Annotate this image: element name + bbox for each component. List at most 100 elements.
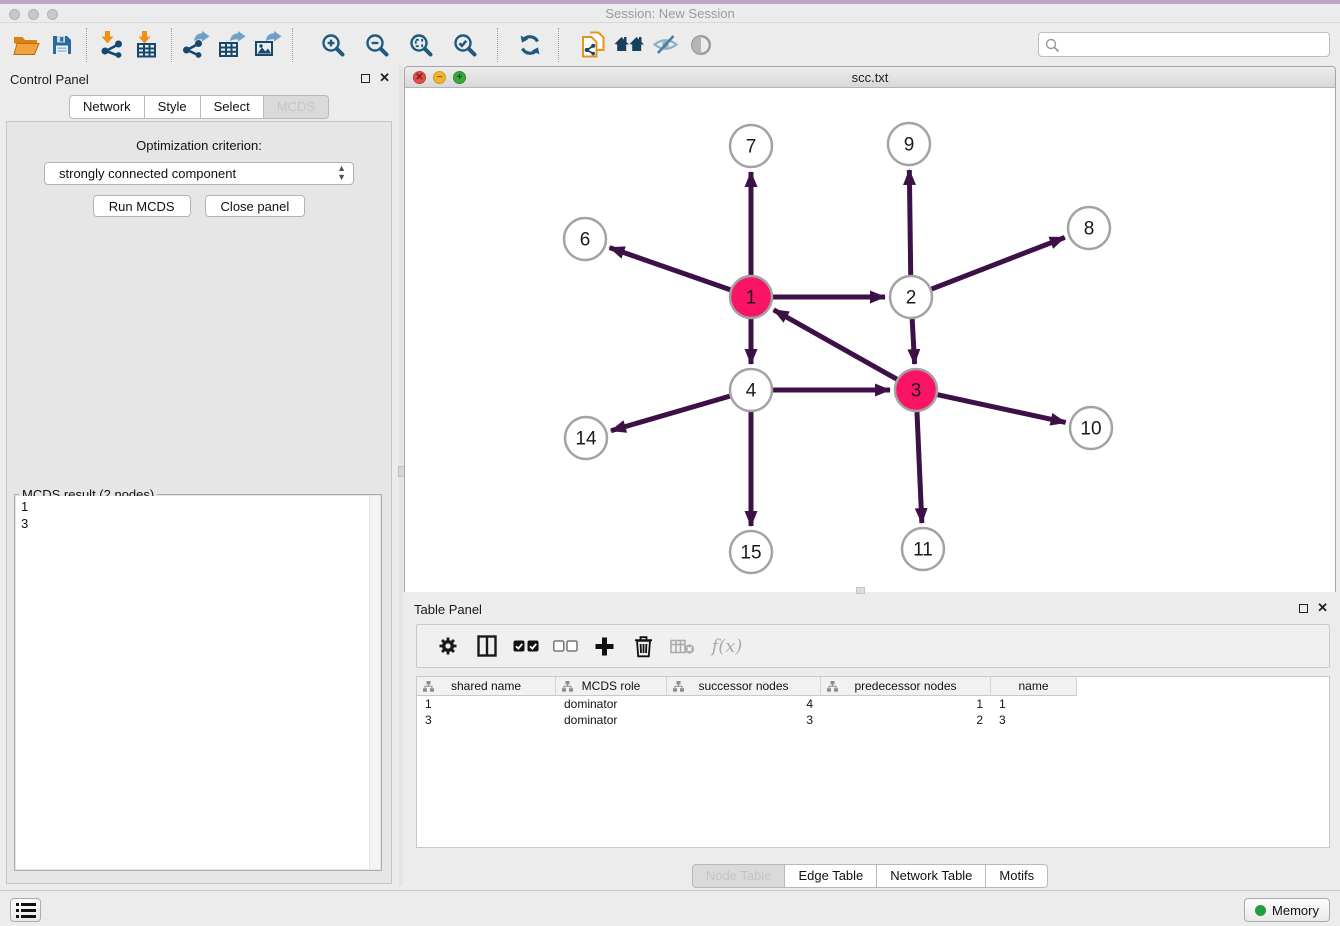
graph-node-label-7: 7: [746, 137, 757, 158]
zoom-out-button[interactable]: [359, 28, 395, 62]
tab-select[interactable]: Select: [201, 95, 264, 119]
criterion-select[interactable]: strongly connected component ▲▼: [44, 162, 354, 185]
node-table: shared nameMCDS rolesuccessor nodesprede…: [416, 676, 1330, 848]
export-table-button[interactable]: [214, 28, 250, 62]
float-panel-icon[interactable]: [361, 74, 370, 83]
criterion-selected-value: strongly connected component: [59, 166, 236, 181]
status-bar: Memory: [0, 890, 1340, 926]
column-header-successor-nodes[interactable]: successor nodes: [667, 677, 821, 696]
import-table-button[interactable]: [129, 28, 165, 62]
create-column-button[interactable]: [589, 631, 619, 661]
fx-icon: f(x): [712, 636, 743, 657]
network-canvas-svg[interactable]: 7968124314101511: [405, 88, 1335, 592]
zoom-fit-button[interactable]: [403, 28, 439, 62]
table-cell[interactable]: 1: [991, 696, 1077, 712]
list-icon: [16, 902, 36, 919]
mcds-result-scrollbar[interactable]: [369, 496, 380, 869]
unselect-all-columns-button[interactable]: [550, 631, 580, 661]
graph-edge-2-3[interactable]: [912, 319, 914, 364]
run-mcds-button[interactable]: Run MCDS: [93, 195, 191, 217]
save-session-button[interactable]: [44, 28, 80, 62]
column-header-predecessor-nodes[interactable]: predecessor nodes: [821, 677, 991, 696]
toolbar-separator: [171, 28, 172, 62]
save-icon: [51, 34, 73, 56]
zoom-in-button[interactable]: [315, 28, 351, 62]
graph-edge-1-6[interactable]: [610, 248, 731, 290]
graph-edge-2-9[interactable]: [909, 170, 910, 275]
network-window-titlebar[interactable]: ✕ − + scc.txt: [405, 67, 1335, 88]
close-panel-button[interactable]: Close panel: [205, 195, 306, 217]
zoom-out-icon: [364, 32, 390, 58]
tab-network[interactable]: Network: [69, 95, 145, 119]
import-network-button[interactable]: [93, 28, 129, 62]
graph-node-label-10: 10: [1080, 419, 1101, 440]
table-cell[interactable]: 1: [821, 696, 991, 712]
column-header-MCDS-role[interactable]: MCDS role: [556, 677, 667, 696]
close-panel-icon[interactable]: ✕: [379, 73, 390, 83]
graph-edge-3-11[interactable]: [917, 412, 922, 523]
tab-network-table[interactable]: Network Table: [877, 864, 986, 888]
table-settings-button[interactable]: [433, 631, 463, 661]
table-cell[interactable]: 3: [417, 712, 556, 728]
table-row[interactable]: 3dominator323: [417, 712, 1329, 728]
control-panel-title: Control Panel: [10, 72, 89, 87]
open-session-button[interactable]: [8, 28, 44, 62]
table-row[interactable]: 1dominator411: [417, 696, 1329, 712]
table-cell[interactable]: 2: [821, 712, 991, 728]
columns-icon: [477, 635, 497, 657]
column-header-name[interactable]: name: [991, 677, 1077, 696]
plus-icon: [594, 636, 615, 657]
titlebar: Session: New Session: [0, 4, 1340, 23]
select-all-columns-button[interactable]: [511, 631, 541, 661]
tab-style[interactable]: Style: [145, 95, 201, 119]
table-cell[interactable]: dominator: [556, 696, 667, 712]
search-box: [1038, 32, 1330, 57]
graph-edge-4-14[interactable]: [611, 396, 730, 431]
search-input[interactable]: [1063, 34, 1323, 55]
network-window-title: scc.txt: [405, 70, 1335, 85]
show-panels-menu-button[interactable]: [10, 898, 41, 922]
graph-node-label-3: 3: [911, 381, 922, 402]
memory-status-icon: [1255, 905, 1266, 916]
memory-button[interactable]: Memory: [1244, 898, 1330, 922]
column-header-shared-name[interactable]: shared name: [417, 677, 556, 696]
tab-mcds[interactable]: MCDS: [264, 95, 329, 119]
table-cell[interactable]: 3: [667, 712, 821, 728]
export-image-button[interactable]: [250, 28, 286, 62]
graph-node-label-9: 9: [904, 135, 915, 156]
home-button[interactable]: [611, 28, 647, 62]
export-network-button[interactable]: [178, 28, 214, 62]
delete-column-button[interactable]: [628, 631, 658, 661]
zoom-selected-button[interactable]: [447, 28, 483, 62]
mcds-result-text: 1 3: [21, 498, 366, 532]
hierarchy-icon: [423, 681, 434, 692]
application-window: Session: New Session: [0, 0, 1340, 926]
export-table-icon: [218, 31, 246, 58]
import-table-icon: [135, 31, 159, 58]
float-table-panel-icon[interactable]: [1299, 604, 1308, 613]
zoom-fit-icon: [408, 32, 434, 58]
show-column-button[interactable]: [472, 631, 502, 661]
graph-node-label-15: 15: [740, 543, 761, 564]
graph-edge-3-1[interactable]: [774, 310, 897, 379]
mcds-result-area[interactable]: 1 3: [16, 496, 380, 869]
export-image-icon: [254, 31, 282, 58]
graph-edge-3-10[interactable]: [937, 395, 1065, 423]
graph-node-label-2: 2: [906, 288, 917, 309]
clone-network-button[interactable]: [575, 28, 611, 62]
tab-node-table[interactable]: Node Table: [692, 864, 786, 888]
horizontal-divider-handle[interactable]: [856, 587, 865, 594]
table-cell[interactable]: 4: [667, 696, 821, 712]
graph-edge-2-8[interactable]: [932, 237, 1065, 289]
tab-motifs[interactable]: Motifs: [986, 864, 1048, 888]
graph-node-label-8: 8: [1084, 219, 1095, 240]
tab-edge-table[interactable]: Edge Table: [785, 864, 877, 888]
close-table-panel-icon[interactable]: ✕: [1317, 603, 1328, 613]
apply-layout-button[interactable]: [512, 28, 548, 62]
clone-network-icon: [581, 31, 606, 58]
bird-eye-view-button[interactable]: [683, 28, 719, 62]
table-cell[interactable]: 1: [417, 696, 556, 712]
table-cell[interactable]: dominator: [556, 712, 667, 728]
table-cell[interactable]: 3: [991, 712, 1077, 728]
show-graphics-details-button[interactable]: [647, 28, 683, 62]
